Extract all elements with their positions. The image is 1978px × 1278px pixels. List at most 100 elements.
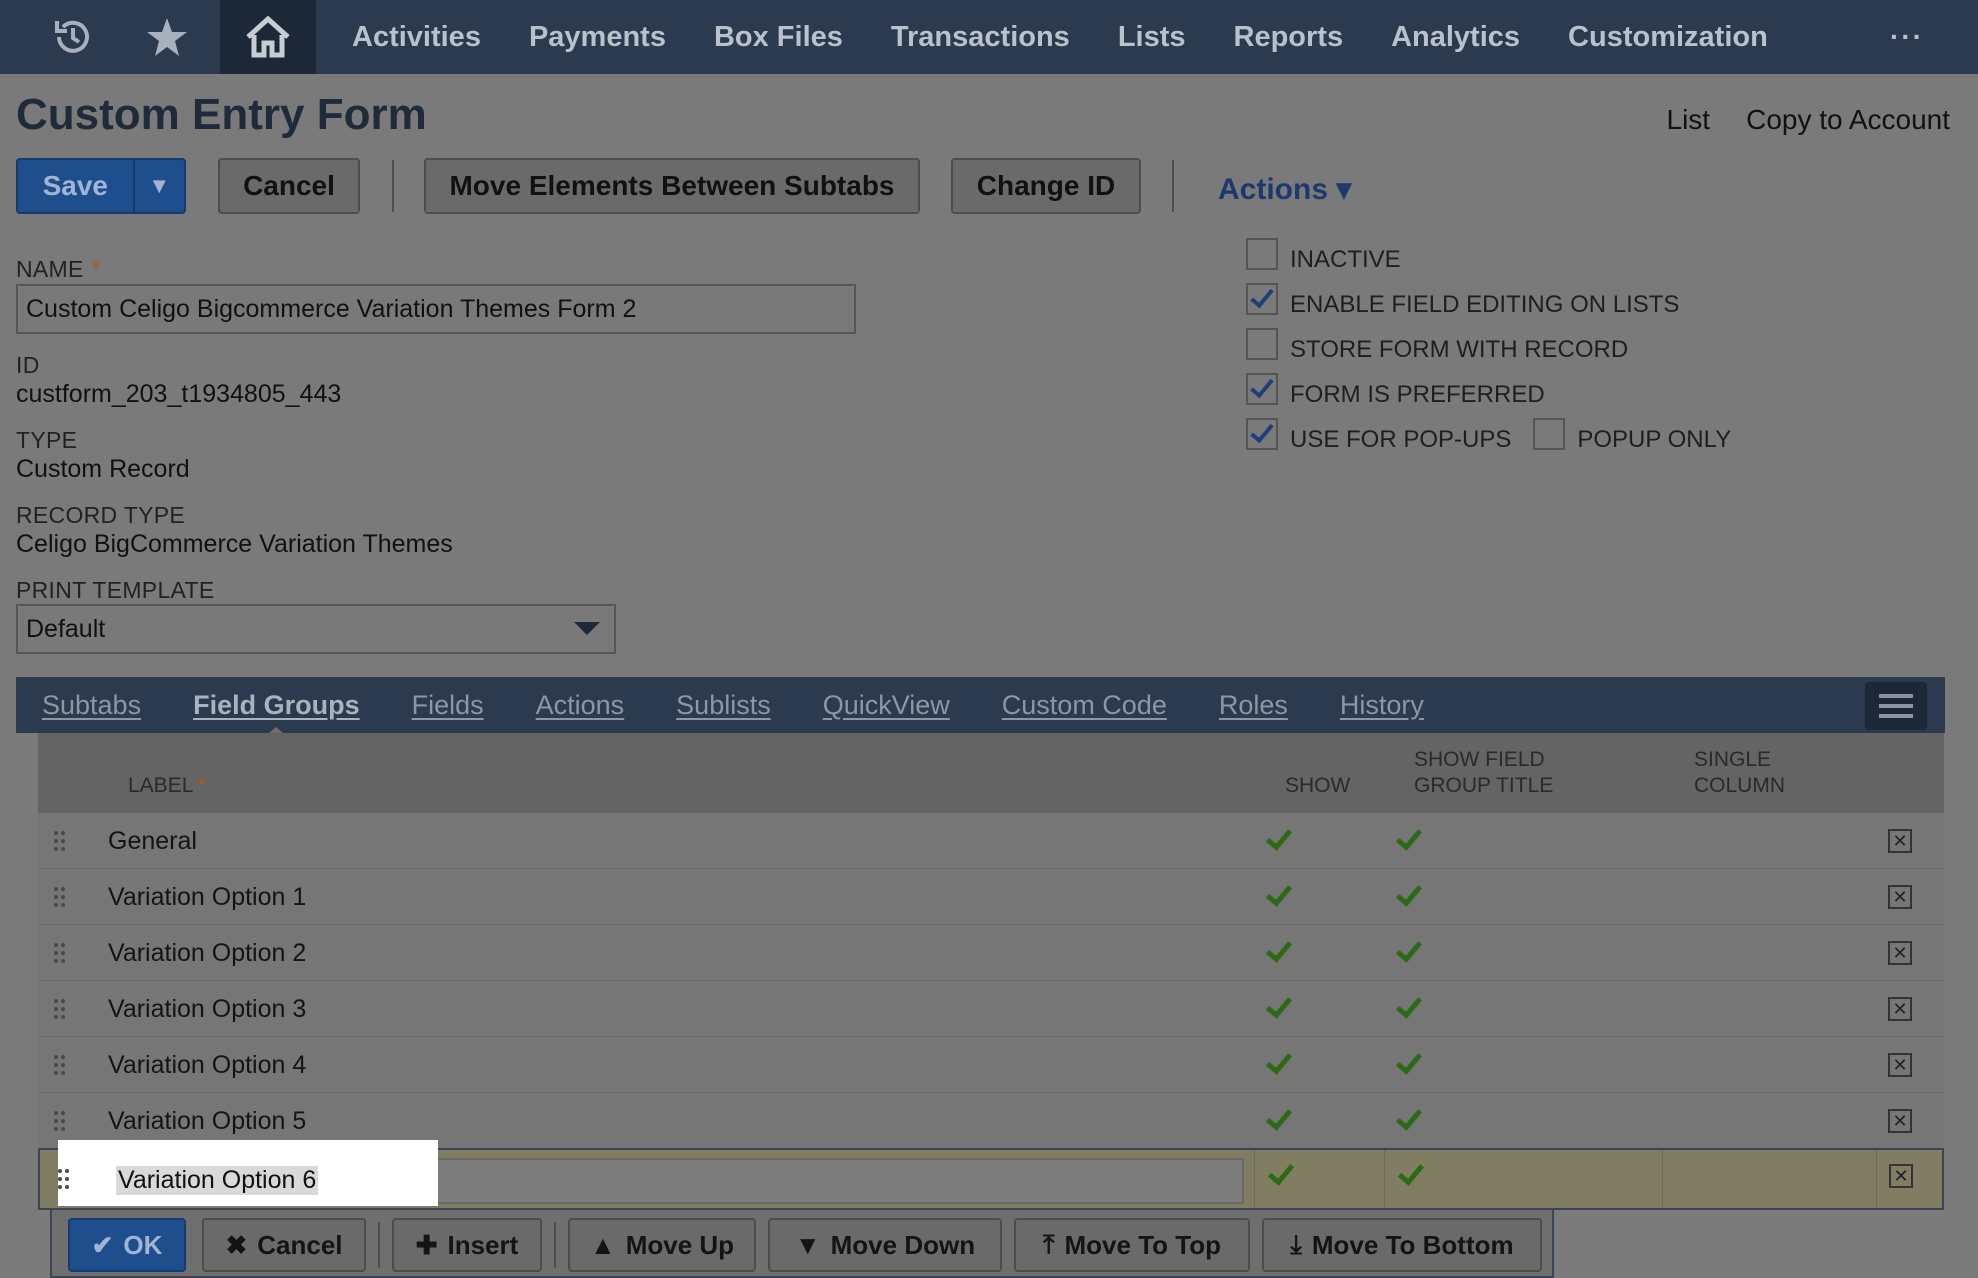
save-button[interactable]: Save ▼ bbox=[16, 158, 186, 214]
remove-row-icon[interactable]: ✕ bbox=[1888, 941, 1912, 965]
row-label: Variation Option 1 bbox=[108, 883, 307, 911]
show-check-icon bbox=[1265, 823, 1293, 851]
tab-field-groups[interactable]: Field Groups bbox=[167, 690, 386, 737]
table-row[interactable]: Variation Option 2 ✕ bbox=[38, 925, 1944, 981]
nav-item-activities[interactable]: Activities bbox=[328, 0, 505, 74]
id-value: custform_203_t1934805_443 bbox=[16, 380, 342, 408]
show-title-check-icon bbox=[1395, 1103, 1423, 1131]
remove-row-icon[interactable]: ✕ bbox=[1889, 1164, 1913, 1188]
drag-handle-icon[interactable] bbox=[52, 885, 66, 909]
drag-handle-icon[interactable] bbox=[56, 1167, 70, 1191]
show-check-icon[interactable] bbox=[1267, 1158, 1295, 1186]
field-groups-table: LABEL * SHOW SHOW FIELD GROUP TITLE SINGLE… bbox=[38, 733, 1944, 1149]
recent-history-icon[interactable] bbox=[26, 0, 120, 74]
inactive-checkbox[interactable] bbox=[1246, 238, 1278, 270]
remove-row-icon[interactable]: ✕ bbox=[1888, 829, 1912, 853]
remove-row-icon[interactable]: ✕ bbox=[1888, 885, 1912, 909]
show-title-column-header: SHOW FIELD GROUP TITLE bbox=[1414, 748, 1554, 797]
nav-item-customization[interactable]: Customization bbox=[1544, 0, 1792, 74]
drag-handle-icon[interactable] bbox=[52, 829, 66, 853]
x-icon: ✖ bbox=[225, 1229, 248, 1260]
row-label: Variation Option 2 bbox=[108, 939, 307, 967]
show-title-check-icon[interactable] bbox=[1397, 1158, 1425, 1186]
table-row[interactable]: Variation Option 1 ✕ bbox=[38, 869, 1944, 925]
show-check-icon bbox=[1265, 935, 1293, 963]
table-row[interactable]: Variation Option 3 ✕ bbox=[38, 981, 1944, 1037]
nav-item-lists[interactable]: Lists bbox=[1094, 0, 1210, 74]
show-check-icon bbox=[1265, 1103, 1293, 1131]
store-form-row[interactable]: STORE FORM WITH RECORD bbox=[1246, 328, 1629, 366]
popup-only-checkbox[interactable] bbox=[1533, 418, 1566, 450]
edit-label-input[interactable]: Variation Option 6 bbox=[116, 1166, 319, 1195]
tab-menu-icon[interactable] bbox=[1865, 682, 1927, 730]
drag-handle-icon[interactable] bbox=[52, 1109, 66, 1133]
tab-history[interactable]: History bbox=[1314, 690, 1450, 721]
remove-row-icon[interactable]: ✕ bbox=[1888, 997, 1912, 1021]
ok-button[interactable]: ✔ OK bbox=[68, 1218, 186, 1272]
change-id-button[interactable]: Change ID bbox=[951, 158, 1141, 214]
more-menu-icon[interactable]: ··· bbox=[1890, 0, 1924, 74]
show-check-icon bbox=[1265, 1047, 1293, 1075]
tab-roles[interactable]: Roles bbox=[1193, 690, 1314, 721]
name-input[interactable]: Custom Celigo Bigcommerce Variation Them… bbox=[16, 284, 856, 334]
form-preferred-row[interactable]: FORM IS PREFERRED bbox=[1246, 373, 1545, 411]
table-row[interactable]: General ✕ bbox=[38, 813, 1944, 869]
tab-sublists[interactable]: Sublists bbox=[650, 690, 797, 721]
enable-field-editing-checkbox[interactable] bbox=[1246, 283, 1278, 315]
tab-list: Subtabs Field Groups Fields Actions Sublists… bbox=[16, 690, 1450, 737]
row-cancel-button[interactable]: ✖ Cancel bbox=[202, 1218, 366, 1272]
table-body: General ✕ Variation Option 1 ✕ Variation Opt… bbox=[38, 813, 1944, 1149]
copy-to-account-link[interactable]: Copy to Account bbox=[1746, 104, 1950, 136]
page-title: Custom Entry Form bbox=[16, 90, 427, 139]
tab-fields[interactable]: Fields bbox=[386, 690, 510, 721]
drag-handle-icon[interactable] bbox=[52, 1053, 66, 1077]
move-down-button[interactable]: ▼ Move Down bbox=[768, 1218, 1002, 1272]
nav-item-payments[interactable]: Payments bbox=[505, 0, 690, 74]
store-form-checkbox[interactable] bbox=[1246, 328, 1278, 360]
print-template-value: Default bbox=[26, 614, 106, 643]
id-label: ID bbox=[16, 352, 40, 378]
move-elements-button[interactable]: Move Elements Between Subtabs bbox=[424, 158, 920, 214]
remove-row-icon[interactable]: ✕ bbox=[1888, 1109, 1912, 1133]
required-marker: * bbox=[91, 256, 101, 282]
favorites-star-icon[interactable] bbox=[120, 0, 214, 74]
home-icon[interactable] bbox=[220, 0, 316, 74]
drag-handle-icon[interactable] bbox=[52, 997, 66, 1021]
use-for-popups-label: USE FOR POP-UPS bbox=[1290, 426, 1512, 453]
list-link[interactable]: List bbox=[1667, 104, 1711, 136]
cancel-button[interactable]: Cancel bbox=[218, 158, 360, 214]
row-label: Variation Option 4 bbox=[108, 1051, 307, 1079]
print-template-select[interactable]: Default bbox=[16, 604, 616, 654]
move-up-button[interactable]: ▲ Move Up bbox=[568, 1218, 756, 1272]
store-form-label: STORE FORM WITH RECORD bbox=[1290, 336, 1629, 363]
move-top-icon: ⤒ bbox=[1043, 1229, 1055, 1259]
move-to-bottom-button[interactable]: ⤓ Move To Bottom bbox=[1262, 1218, 1542, 1272]
nav-item-box-files[interactable]: Box Files bbox=[690, 0, 867, 74]
tab-subtabs[interactable]: Subtabs bbox=[16, 690, 167, 721]
inactive-checkbox-row[interactable]: INACTIVE bbox=[1246, 238, 1401, 276]
save-dropdown-icon[interactable]: ▼ bbox=[132, 160, 184, 212]
tab-custom-code[interactable]: Custom Code bbox=[976, 690, 1193, 721]
tab-quickview[interactable]: QuickView bbox=[797, 690, 976, 721]
use-for-popups-row[interactable]: USE FOR POP-UPS POPUP ONLY bbox=[1246, 418, 1731, 456]
form-preferred-checkbox[interactable] bbox=[1246, 373, 1278, 405]
tab-actions[interactable]: Actions bbox=[510, 690, 651, 721]
enable-field-editing-row[interactable]: ENABLE FIELD EDITING ON LISTS bbox=[1246, 283, 1679, 321]
chevron-down-icon bbox=[574, 622, 600, 635]
plus-icon: ✚ bbox=[415, 1229, 438, 1260]
move-to-top-button[interactable]: ⤒ Move To Top bbox=[1014, 1218, 1250, 1272]
insert-button[interactable]: ✚ Insert bbox=[392, 1218, 542, 1272]
toolbar-divider bbox=[1172, 160, 1174, 212]
nav-item-transactions[interactable]: Transactions bbox=[867, 0, 1094, 74]
remove-row-icon[interactable]: ✕ bbox=[1888, 1053, 1912, 1077]
actions-menu[interactable]: Actions ▾ bbox=[1218, 172, 1351, 207]
drag-handle-icon[interactable] bbox=[52, 941, 66, 965]
use-for-popups-checkbox[interactable] bbox=[1246, 418, 1278, 450]
show-title-check-icon bbox=[1395, 879, 1423, 907]
nav-item-reports[interactable]: Reports bbox=[1210, 0, 1368, 74]
type-label: TYPE bbox=[16, 427, 78, 453]
table-row[interactable]: Variation Option 4 ✕ bbox=[38, 1037, 1944, 1093]
single-column-header: SINGLE COLUMN bbox=[1694, 748, 1786, 797]
show-title-check-icon bbox=[1395, 991, 1423, 1019]
nav-item-analytics[interactable]: Analytics bbox=[1367, 0, 1544, 74]
